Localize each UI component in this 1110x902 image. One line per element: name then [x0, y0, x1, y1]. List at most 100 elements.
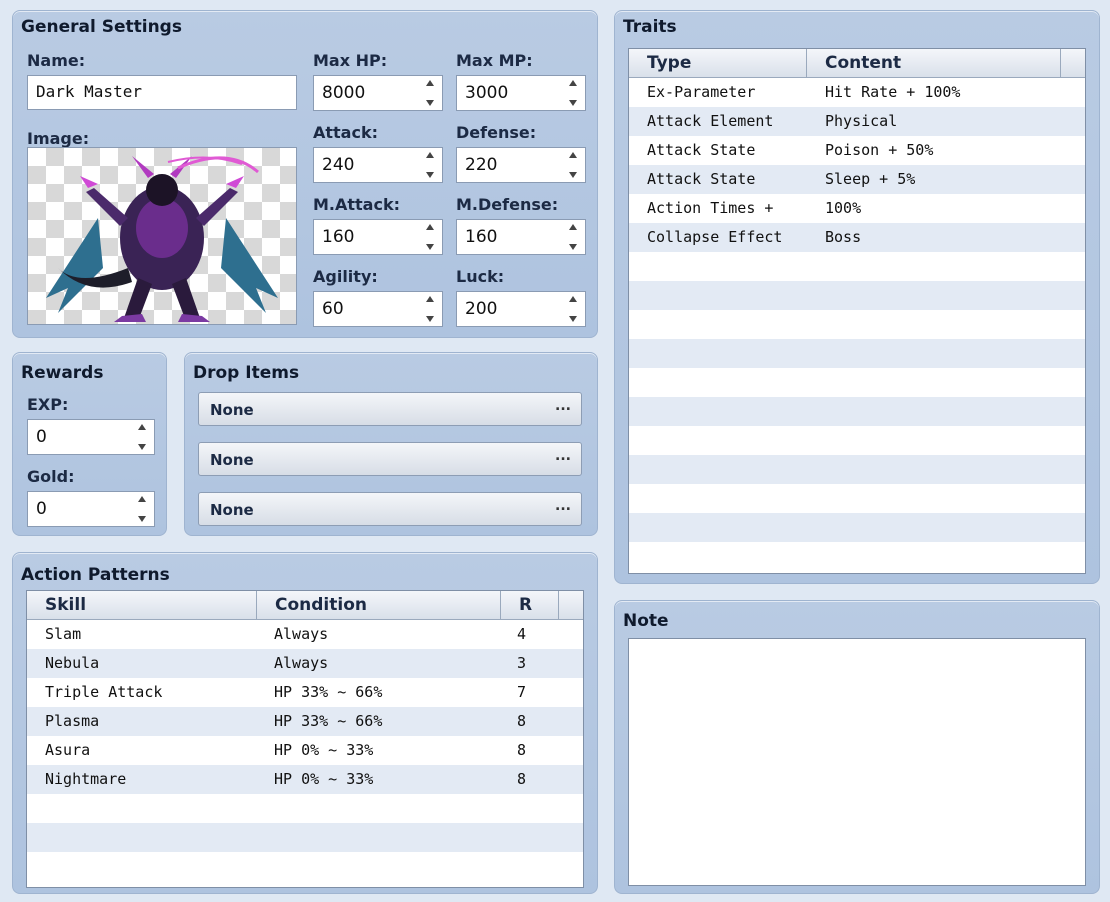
drop-item-label: None	[210, 451, 254, 469]
exp-value: 0	[36, 427, 47, 447]
spin-arrows-icon[interactable]	[424, 224, 436, 250]
table-row[interactable]: Action Times + 100%	[629, 194, 1085, 223]
note-textarea[interactable]	[628, 638, 1086, 886]
table-row-empty[interactable]	[629, 513, 1085, 542]
agility-label: Agility:	[313, 267, 378, 286]
spin-arrows-icon[interactable]	[424, 80, 436, 106]
table-row-empty[interactable]	[629, 281, 1085, 310]
attack-value: 240	[322, 155, 355, 175]
action-patterns-table[interactable]: Skill Condition R Slam Always 4 Nebula A…	[26, 590, 584, 888]
type-cell: Attack State	[647, 141, 756, 159]
column-header-condition[interactable]: Condition	[257, 591, 501, 619]
table-row-empty[interactable]	[27, 794, 583, 823]
traits-table[interactable]: Type Content Ex-Parameter Hit Rate + 100…	[628, 48, 1086, 574]
exp-stepper[interactable]: 0	[27, 419, 155, 455]
type-cell: Collapse Effect	[647, 228, 783, 246]
luck-stepper[interactable]: 200	[456, 291, 586, 327]
agility-stepper[interactable]: 60	[313, 291, 443, 327]
name-label: Name:	[27, 51, 86, 70]
max-mp-stepper[interactable]: 3000	[456, 75, 586, 111]
column-header-type[interactable]: Type	[629, 49, 807, 77]
spin-arrows-icon[interactable]	[567, 80, 579, 106]
drop-item-label: None	[210, 501, 254, 519]
table-row-empty[interactable]	[629, 368, 1085, 397]
attack-stepper[interactable]: 240	[313, 147, 443, 183]
table-row[interactable]: Nightmare HP 0% ~ 33% 8	[27, 765, 583, 794]
table-row-empty[interactable]	[629, 542, 1085, 571]
action-patterns-title: Action Patterns	[21, 565, 170, 585]
spin-arrows-icon[interactable]	[136, 424, 148, 450]
table-row[interactable]: Attack State Sleep + 5%	[629, 165, 1085, 194]
table-row[interactable]: Slam Always 4	[27, 620, 583, 649]
table-row[interactable]: Plasma HP 33% ~ 66% 8	[27, 707, 583, 736]
max-hp-stepper[interactable]: 8000	[313, 75, 443, 111]
content-cell: Physical	[825, 112, 898, 130]
spin-arrows-icon[interactable]	[567, 296, 579, 322]
general-settings-title: General Settings	[21, 17, 182, 37]
content-cell: 100%	[825, 199, 862, 217]
table-row[interactable]: Triple Attack HP 33% ~ 66% 7	[27, 678, 583, 707]
drop-item-label: None	[210, 401, 254, 419]
column-header-content[interactable]: Content	[807, 49, 1061, 77]
type-cell: Attack State	[647, 170, 756, 188]
skill-cell: Nebula	[45, 654, 100, 672]
rating-cell: 8	[517, 712, 527, 730]
defense-stepper[interactable]: 220	[456, 147, 586, 183]
type-cell: Attack Element	[647, 112, 774, 130]
drop-item-1-button[interactable]: None ...	[198, 392, 582, 426]
table-row-empty[interactable]	[629, 426, 1085, 455]
spin-arrows-icon[interactable]	[567, 152, 579, 178]
dark-master-monster-icon	[46, 156, 278, 322]
ellipsis-icon: ...	[555, 398, 571, 414]
table-row-empty[interactable]	[629, 310, 1085, 339]
content-cell: Sleep + 5%	[825, 170, 916, 188]
spin-arrows-icon[interactable]	[424, 296, 436, 322]
column-header-skill[interactable]: Skill	[27, 591, 257, 619]
drop-item-2-button[interactable]: None ...	[198, 442, 582, 476]
table-row[interactable]: Ex-Parameter Hit Rate + 100%	[629, 78, 1085, 107]
table-row-empty[interactable]	[27, 823, 583, 852]
table-row[interactable]: Asura HP 0% ~ 33% 8	[27, 736, 583, 765]
gold-stepper[interactable]: 0	[27, 491, 155, 527]
spin-arrows-icon[interactable]	[567, 224, 579, 250]
content-cell: Boss	[825, 228, 862, 246]
agility-value: 60	[322, 299, 344, 319]
drop-item-3-button[interactable]: None ...	[198, 492, 582, 526]
table-row-empty[interactable]	[629, 397, 1085, 426]
skill-cell: Slam	[45, 625, 82, 643]
ellipsis-icon: ...	[555, 448, 571, 464]
column-header-r[interactable]: R	[501, 591, 559, 619]
luck-label: Luck:	[456, 267, 505, 286]
rewards-panel: Rewards EXP: 0 Gold: 0	[12, 352, 167, 536]
max-mp-value: 3000	[465, 83, 509, 103]
table-row[interactable]: Nebula Always 3	[27, 649, 583, 678]
monster-image[interactable]	[27, 147, 297, 325]
max-hp-value: 8000	[322, 83, 366, 103]
mdefense-stepper[interactable]: 160	[456, 219, 586, 255]
skill-cell: Asura	[45, 741, 91, 759]
name-field[interactable]: Dark Master	[27, 75, 297, 110]
table-row[interactable]: Collapse Effect Boss	[629, 223, 1085, 252]
rating-cell: 8	[517, 741, 527, 759]
table-row-empty[interactable]	[629, 252, 1085, 281]
content-cell: Hit Rate + 100%	[825, 83, 961, 101]
spin-arrows-icon[interactable]	[424, 152, 436, 178]
defense-value: 220	[465, 155, 498, 175]
general-settings-panel: General Settings Name: Dark Master Image…	[12, 10, 598, 338]
table-header: Skill Condition R	[27, 591, 583, 620]
type-cell: Action Times +	[647, 199, 774, 217]
spin-arrows-icon[interactable]	[136, 496, 148, 522]
table-row[interactable]: Attack Element Physical	[629, 107, 1085, 136]
table-row-empty[interactable]	[629, 455, 1085, 484]
condition-cell: HP 0% ~ 33%	[274, 770, 374, 788]
content-cell: Poison + 50%	[825, 141, 934, 159]
table-header: Type Content	[629, 49, 1085, 78]
max-mp-label: Max MP:	[456, 51, 533, 70]
mattack-stepper[interactable]: 160	[313, 219, 443, 255]
table-row-empty[interactable]	[27, 852, 583, 881]
max-hp-label: Max HP:	[313, 51, 388, 70]
table-row-empty[interactable]	[629, 484, 1085, 513]
table-row[interactable]: Attack State Poison + 50%	[629, 136, 1085, 165]
mattack-value: 160	[322, 227, 355, 247]
table-row-empty[interactable]	[629, 339, 1085, 368]
